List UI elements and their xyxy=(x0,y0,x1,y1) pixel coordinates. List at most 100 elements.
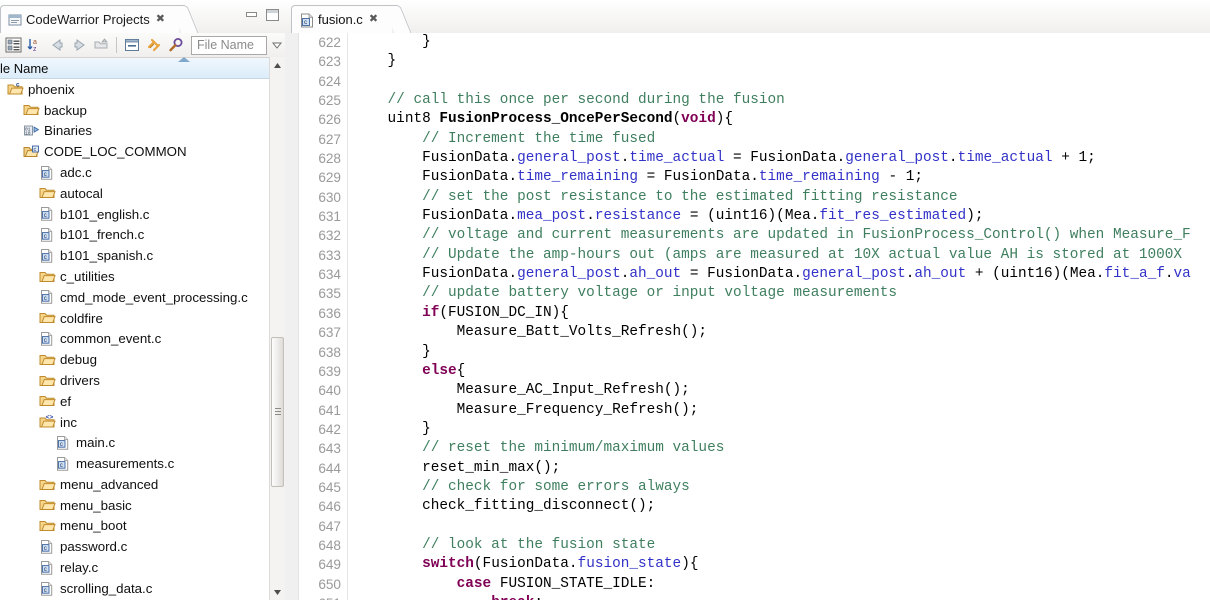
code-line[interactable]: 644 reset_min_max(); xyxy=(285,459,1210,478)
show-build-targets-icon[interactable] xyxy=(2,35,24,56)
code-line[interactable]: 633 // Update the amp-hours out (amps ar… xyxy=(285,246,1210,265)
scroll-up-arrow-icon[interactable] xyxy=(270,57,285,73)
tree-item-label: ef xyxy=(60,393,72,409)
tree-item-label: menu_advanced xyxy=(60,476,159,492)
tree-item-label: b101_spanish.c xyxy=(60,248,154,264)
project-tree-scrollbar[interactable] xyxy=(269,57,285,600)
tree-item-phoenix[interactable]: c phoenix xyxy=(0,79,269,100)
tree-column-header-file-name[interactable]: le Name xyxy=(0,58,269,79)
source-code-text[interactable]: 622 } 623 } 624 625 // call this once per s… xyxy=(285,33,1210,600)
back-arrow-icon[interactable] xyxy=(46,35,68,56)
code-line-text: } xyxy=(353,420,431,439)
code-line[interactable]: 634 FusionData.general_post.ah_out = Fus… xyxy=(285,265,1210,284)
tab-fusion-c[interactable]: c fusion.c ✖ xyxy=(291,5,393,33)
close-icon[interactable]: ✖ xyxy=(369,14,378,25)
tree-item-label: measurements.c xyxy=(76,456,175,472)
code-token-pl: } xyxy=(353,34,431,50)
editor-body[interactable]: 622 } 623 } 624 625 // call this once per s… xyxy=(285,33,1210,600)
code-token-pl: } xyxy=(353,53,397,70)
code-token-fld: time_actual xyxy=(957,150,1053,167)
code-line[interactable]: 643 // reset the minimum/maximum values xyxy=(285,439,1210,458)
code-line[interactable]: 650 case FUSION_STATE_IDLE: xyxy=(285,575,1210,594)
minimize-view-button[interactable] xyxy=(244,8,259,22)
code-line[interactable]: 623 } xyxy=(285,52,1210,71)
tree-item-inc[interactable]: <> inc xyxy=(0,412,269,433)
tab-codewarrior-projects[interactable]: CodeWarrior Projects ✖ xyxy=(0,5,179,33)
close-icon[interactable]: ✖ xyxy=(156,14,165,25)
sort-alphabetical-icon[interactable]: a z xyxy=(24,35,46,56)
code-line[interactable]: 649 switch(FusionData.fusion_state){ xyxy=(285,555,1210,574)
tree-item-menu-basic[interactable]: menu_basic xyxy=(0,495,269,516)
tree-item-main-c[interactable]: c main.c xyxy=(0,433,269,454)
tree-item-autocal[interactable]: autocal xyxy=(0,183,269,204)
code-line[interactable]: 646 check_fitting_disconnect(); xyxy=(285,497,1210,516)
tree-item-debug[interactable]: debug xyxy=(0,349,269,370)
code-line-text: Measure_Batt_Volts_Refresh(); xyxy=(353,323,707,342)
code-line[interactable]: 625 // call this once per second during … xyxy=(285,91,1210,110)
code-line[interactable]: 622 } xyxy=(285,33,1210,52)
tree-item-b101-french-c[interactable]: c b101_french.c xyxy=(0,225,269,246)
line-number: 650 xyxy=(318,576,341,592)
code-line[interactable]: 626 uint8 FusionProcess_OncePerSecond(vo… xyxy=(285,110,1210,129)
tree-item-backup[interactable]: backup xyxy=(0,100,269,121)
up-to-parent-icon[interactable] xyxy=(90,35,112,56)
scrollbar-thumb[interactable] xyxy=(271,337,284,487)
link-with-editor-icon[interactable] xyxy=(143,35,165,56)
tree-item-code-loc-common[interactable]: c CODE_LOC_COMMON xyxy=(0,141,269,162)
view-menu-icon[interactable] xyxy=(269,35,285,56)
code-line[interactable]: 639 else{ xyxy=(285,362,1210,381)
tree-item-b101-english-c[interactable]: c b101_english.c xyxy=(0,204,269,225)
code-line[interactable]: 631 FusionData.mea_post.resistance = (ui… xyxy=(285,207,1210,226)
svg-text:c: c xyxy=(44,296,47,302)
tree-item-binaries[interactable]: 01 10 Binaries xyxy=(0,121,269,142)
code-line[interactable]: 624 xyxy=(285,72,1210,91)
tree-item-scrolling-data-c[interactable]: c scrolling_data.c xyxy=(0,578,269,599)
code-line[interactable]: 641 Measure_Frequency_Refresh(); xyxy=(285,401,1210,420)
file-name-filter-input[interactable]: File Name xyxy=(191,35,267,55)
tree-item-label: phoenix xyxy=(28,81,75,97)
tree-item-c-utilities[interactable]: c_utilities xyxy=(0,266,269,287)
project-tree[interactable]: c phoenix backup 01 10 Binaries c CODE_LOC_COMM… xyxy=(0,79,269,600)
scroll-down-arrow-icon[interactable] xyxy=(270,584,285,600)
tree-item-adc-c[interactable]: c adc.c xyxy=(0,162,269,183)
maximize-view-button[interactable] xyxy=(265,8,280,22)
code-line[interactable]: 636 if(FUSION_DC_IN){ xyxy=(285,304,1210,323)
code-token-fld: mea_post xyxy=(517,208,587,225)
tree-item-password-c[interactable]: c password.c xyxy=(0,537,269,558)
code-line[interactable]: 645 // check for some errors always xyxy=(285,478,1210,497)
code-token-cmt: // check for some errors always xyxy=(353,478,690,495)
code-line[interactable]: 638 } xyxy=(285,343,1210,362)
tree-item-menu-boot[interactable]: menu_boot xyxy=(0,516,269,537)
tree-item-coldfire[interactable]: coldfire xyxy=(0,308,269,329)
code-line[interactable]: 632 // voltage and current measurements … xyxy=(285,226,1210,245)
tree-item-menu-advanced[interactable]: menu_advanced xyxy=(0,474,269,495)
folder-icon xyxy=(39,188,56,199)
tree-item-ef[interactable]: ef xyxy=(0,391,269,412)
tree-item-relay-c[interactable]: c relay.c xyxy=(0,557,269,578)
tree-item-drivers[interactable]: drivers xyxy=(0,370,269,391)
code-line[interactable]: 648 // look at the fusion state xyxy=(285,536,1210,555)
code-line[interactable]: 637 Measure_Batt_Volts_Refresh(); xyxy=(285,323,1210,342)
tree-item-b101-spanish-c[interactable]: c b101_spanish.c xyxy=(0,245,269,266)
code-line[interactable]: 627 // Increment the time fused xyxy=(285,130,1210,149)
line-number: 639 xyxy=(318,363,341,379)
code-line[interactable]: 640 Measure_AC_Input_Refresh(); xyxy=(285,381,1210,400)
code-line[interactable]: 635 // update battery voltage or input v… xyxy=(285,284,1210,303)
code-line[interactable]: 642 } xyxy=(285,420,1210,439)
tree-item-common-event-c[interactable]: c common_event.c xyxy=(0,329,269,350)
collapse-all-icon[interactable] xyxy=(121,35,143,56)
code-token-pl: (FUSION_DC_IN){ xyxy=(439,304,569,321)
tree-item-measurements-c[interactable]: c measurements.c xyxy=(0,453,269,474)
search-icon[interactable] xyxy=(165,35,187,56)
code-token-cmt: // set the post resistance to the estima… xyxy=(353,188,958,205)
code-line[interactable]: 647 xyxy=(285,517,1210,536)
code-line-text: // reset the minimum/maximum values xyxy=(353,439,724,458)
code-line[interactable]: 629 FusionData.time_remaining = FusionDa… xyxy=(285,168,1210,187)
forward-arrow-icon[interactable] xyxy=(68,35,90,56)
code-line[interactable]: 628 FusionData.general_post.time_actual … xyxy=(285,149,1210,168)
tree-item-label: backup xyxy=(44,102,87,118)
code-line[interactable]: 630 // set the post resistance to the es… xyxy=(285,188,1210,207)
tree-item-cmd-mode-event-processing-c[interactable]: c cmd_mode_event_processing.c xyxy=(0,287,269,308)
code-line[interactable]: 651 break; xyxy=(285,594,1210,600)
